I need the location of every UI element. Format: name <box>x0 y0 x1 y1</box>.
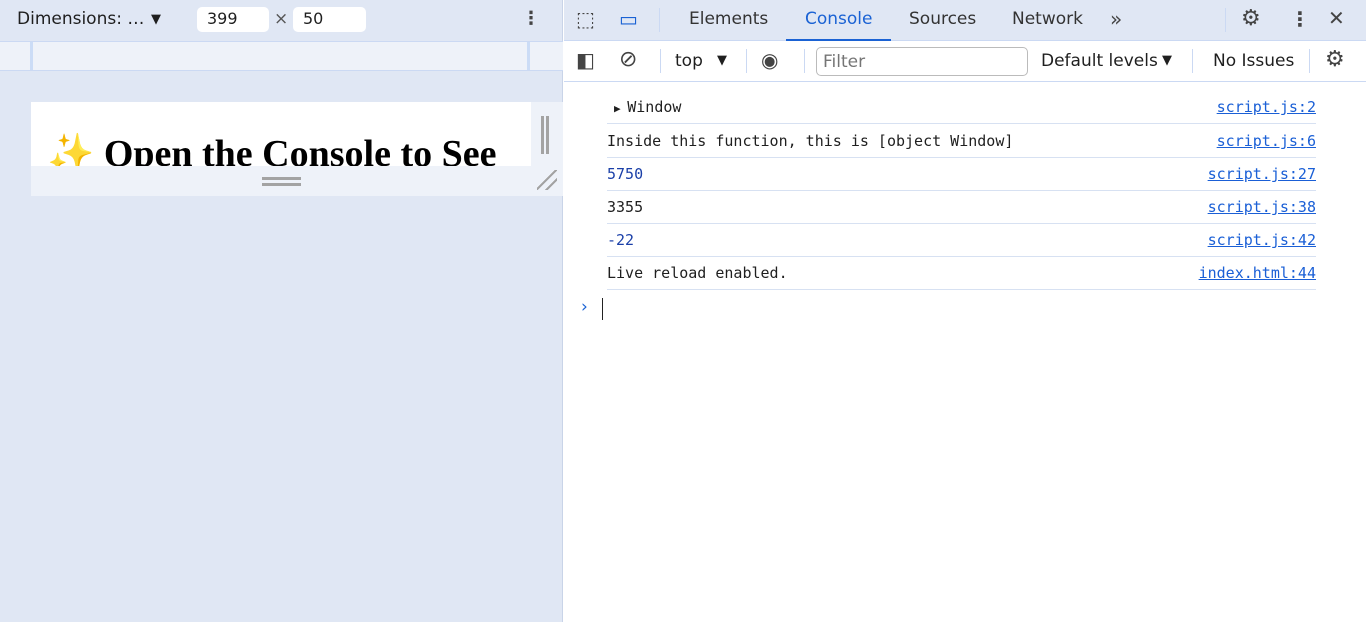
dimensions-dropdown[interactable]: Dimensions: … <box>17 9 144 29</box>
width-input[interactable]: 399 <box>197 7 269 32</box>
bottom-resize-handle[interactable] <box>31 166 563 196</box>
message-text: 3355 <box>607 198 644 216</box>
source-link[interactable]: script.js:38 <box>1208 198 1316 216</box>
console-message: 5750 script.js:27 <box>607 158 1316 191</box>
context-selector[interactable]: top <box>675 51 703 71</box>
clear-console-icon[interactable]: ⊘ <box>619 47 637 72</box>
source-link[interactable]: script.js:42 <box>1208 231 1316 249</box>
tab-sources[interactable]: Sources <box>909 9 976 29</box>
console-message: Inside this function, this is [object Wi… <box>607 125 1316 158</box>
source-link[interactable]: script.js:6 <box>1217 132 1316 150</box>
tab-console[interactable]: Console <box>805 9 873 29</box>
log-levels-dropdown[interactable]: Default levels <box>1041 51 1158 71</box>
tab-network[interactable]: Network <box>1012 9 1083 29</box>
times-sign: × <box>274 9 289 29</box>
sidebar-toggle-icon[interactable]: ◧ <box>576 48 595 72</box>
issues-button[interactable]: No Issues <box>1213 51 1294 71</box>
console-settings-icon[interactable]: ⚙ <box>1325 47 1345 72</box>
device-toggle-icon[interactable]: ▭ <box>619 7 638 31</box>
source-link[interactable]: index.html:44 <box>1199 264 1316 282</box>
devtools-tabbar: ⬚ ▭ Elements Console Sources Network » ⚙… <box>564 0 1366 41</box>
right-resize-handle[interactable] <box>531 102 563 166</box>
live-expression-eye-icon[interactable]: ◉ <box>761 48 778 72</box>
filter-input[interactable] <box>816 47 1028 76</box>
levels-dropdown-icon[interactable]: ▼ <box>1162 53 1172 68</box>
device-toolbar: Dimensions: … ▼ 399 × 50 ⋮ <box>0 0 562 41</box>
height-input[interactable]: 50 <box>293 7 366 32</box>
page-viewport: ✨ Open the Console to See <box>31 102 531 166</box>
tab-elements[interactable]: Elements <box>689 9 768 29</box>
console-message: ▶ Window script.js:2 <box>607 91 1316 124</box>
settings-icon[interactable]: ⚙ <box>1241 6 1261 31</box>
corner-resize-icon[interactable] <box>537 170 557 190</box>
source-link[interactable]: script.js:27 <box>1208 165 1316 183</box>
console-message: -22 script.js:42 <box>607 224 1316 257</box>
device-emulation-pane: Dimensions: … ▼ 399 × 50 ⋮ ✨ Open the Co… <box>0 0 563 622</box>
prompt-chevron-icon: › <box>581 297 588 317</box>
console-message: 3355 script.js:38 <box>607 191 1316 224</box>
expand-object[interactable]: ▶ Window <box>614 98 681 116</box>
close-icon[interactable]: ✕ <box>1328 6 1345 30</box>
message-text: 5750 <box>607 165 644 183</box>
message-text: -22 <box>607 231 635 249</box>
source-link[interactable]: script.js:2 <box>1217 98 1316 116</box>
ruler <box>0 41 563 71</box>
message-text: Inside this function, this is [object Wi… <box>607 132 1014 150</box>
console-toolbar: ◧ ⊘ top ▼ ◉ Default levels ▼ No Issues ⚙ <box>564 41 1366 82</box>
message-text: Live reload enabled. <box>607 264 788 282</box>
more-options-icon[interactable]: ⋮ <box>522 8 540 29</box>
devtools-panel: ⬚ ▭ Elements Console Sources Network » ⚙… <box>564 0 1366 622</box>
console-input[interactable] <box>602 298 603 320</box>
more-options-icon[interactable]: ⋮ <box>1290 7 1310 31</box>
inspect-element-icon[interactable]: ⬚ <box>576 7 595 31</box>
dropdown-arrow-icon[interactable]: ▼ <box>151 12 161 27</box>
page-heading: ✨ Open the Console to See <box>47 133 497 166</box>
context-dropdown-icon[interactable]: ▼ <box>717 53 727 68</box>
more-tabs-icon[interactable]: » <box>1110 7 1122 31</box>
message-text: Window <box>627 98 682 116</box>
expand-triangle-icon[interactable]: ▶ <box>614 102 627 115</box>
console-message: Live reload enabled. index.html:44 <box>607 257 1316 290</box>
